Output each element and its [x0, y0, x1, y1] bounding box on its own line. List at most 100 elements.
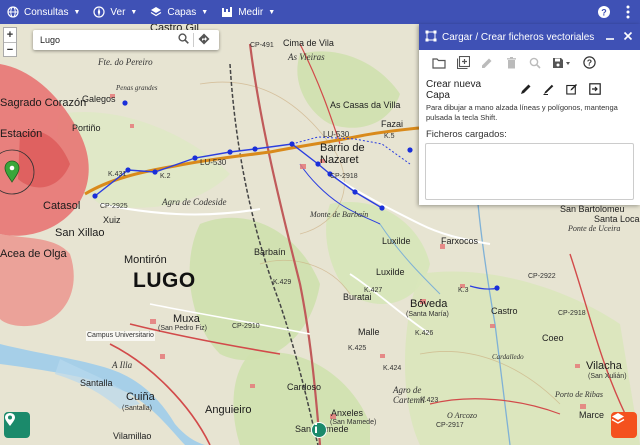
map-label-city: LUGO: [133, 269, 196, 292]
map-label: CP-2917: [436, 422, 464, 429]
layers-icon: [149, 5, 163, 19]
draw-line-button[interactable]: [537, 81, 560, 99]
info-button[interactable]: [311, 422, 327, 438]
map-label: CP-2918: [330, 173, 358, 180]
map-label: Santa Locaia: [594, 214, 640, 224]
loaded-files-list[interactable]: [425, 143, 634, 200]
map-label: Monte de Barbaín: [310, 210, 369, 219]
map-label: CP-2925: [100, 203, 128, 210]
compass-icon: [92, 5, 106, 19]
ruler-icon: [220, 5, 234, 19]
edit-note-icon: [565, 83, 578, 98]
map-label: K.3: [458, 287, 469, 294]
add-layer-icon: [456, 55, 470, 72]
line-icon: [543, 83, 555, 98]
open-folder-button[interactable]: [427, 52, 451, 76]
search-input[interactable]: [33, 31, 173, 49]
map-label: A Illa: [112, 360, 133, 370]
map-label: Vilacha: [586, 360, 622, 372]
pencil-icon: [520, 83, 532, 98]
caret-down-icon: ▼: [268, 8, 276, 16]
globe-icon: [6, 5, 20, 19]
save-button[interactable]: [547, 52, 577, 76]
map-label: Acea de Olga: [0, 248, 67, 260]
map-label: Cima de Vila: [283, 38, 334, 48]
menu-medir-label: Medir: [238, 6, 264, 18]
close-button[interactable]: [620, 29, 636, 45]
map-label: CP-2922: [528, 273, 556, 280]
edit-button[interactable]: [475, 52, 499, 76]
svg-text:?: ?: [586, 58, 591, 68]
map-label: Campus Universitario: [86, 331, 155, 341]
map-label: (Santa María): [406, 311, 449, 318]
delete-button[interactable]: [499, 52, 523, 76]
menu-capas[interactable]: Capas ▼: [143, 0, 214, 24]
loaded-files-label: Ficheros cargados:: [426, 129, 507, 140]
map-label: Anguieiro: [205, 404, 252, 416]
vector-files-panel: Cargar / Crear ficheros vectoriales ? Cr…: [419, 24, 640, 205]
search-layer-button[interactable]: [523, 52, 547, 76]
map-label: Fte. do Pereiro: [98, 57, 153, 67]
map-label: (Santalla): [122, 405, 152, 412]
help-button[interactable]: ?: [577, 52, 601, 76]
map-label: Fazai: [381, 119, 404, 129]
menu-ver-label: Ver: [110, 6, 126, 18]
map-label: CP-491: [250, 42, 274, 49]
map-label: K.2: [160, 173, 171, 180]
map-label: Malle: [358, 327, 380, 337]
menu-consultas-label: Consultas: [24, 6, 69, 18]
search-button[interactable]: [173, 30, 193, 50]
directions-button[interactable]: [194, 30, 214, 50]
map-label: Castro: [491, 306, 518, 316]
map-label: San Bartolomeu: [560, 204, 625, 214]
layers-button[interactable]: [611, 412, 637, 438]
export-layer-button[interactable]: [583, 81, 606, 99]
map-label: K.5: [384, 133, 395, 140]
map-label: As Vieiras: [288, 52, 325, 62]
map-label: (San Mamede): [330, 419, 377, 426]
map-label: Montirón: [124, 254, 167, 266]
directions-icon: [198, 33, 210, 48]
map-label: Portiño: [72, 123, 101, 133]
caret-down-icon: ▼: [73, 8, 81, 16]
delete-icon: [506, 56, 517, 72]
save-icon: [552, 57, 572, 72]
create-layer-label: Crear nueva Capa: [426, 79, 482, 101]
more-vert-icon[interactable]: [616, 0, 640, 24]
panel-toolbar: ?: [419, 50, 640, 78]
map-label: Ponte de Uceira: [568, 224, 621, 233]
zoom-in-button[interactable]: +: [4, 28, 16, 42]
add-layer-button[interactable]: [451, 52, 475, 76]
menu-ver[interactable]: Ver ▼: [86, 0, 143, 24]
map-label: Vilamillao: [113, 431, 152, 441]
map-label: Bóveda: [410, 298, 448, 310]
map-label: LU-530: [323, 130, 350, 139]
draw-hint-text: Para dibujar a mano alzada líneas y polí…: [426, 103, 618, 122]
map-label: Coeo: [542, 333, 564, 343]
svg-text:?: ?: [601, 8, 607, 18]
map-label: K.431: [108, 171, 127, 178]
vector-draw-icon: [425, 30, 437, 45]
map-label: Xuiz: [103, 215, 121, 225]
menu-capas-label: Capas: [167, 6, 197, 18]
draw-polygon-button[interactable]: [560, 81, 583, 99]
create-layer-row: Crear nueva Capa: [419, 79, 640, 101]
location-button[interactable]: [4, 412, 30, 438]
draw-freehand-button[interactable]: [514, 81, 537, 99]
map-label: Luxilde: [376, 267, 405, 277]
map-label: Barrio de Nazaret: [320, 142, 365, 166]
export-icon: [588, 82, 601, 98]
map-label: As Casas da Villa: [330, 100, 401, 110]
map-label: Galegos: [82, 94, 116, 104]
zoom-out-button[interactable]: −: [4, 42, 16, 56]
map-label: Agra de Codeside: [162, 197, 227, 207]
menu-medir[interactable]: Medir ▼: [214, 0, 281, 24]
map-label: Cardalledo: [492, 353, 524, 361]
minimize-button[interactable]: [602, 29, 618, 45]
menu-consultas[interactable]: Consultas ▼: [0, 0, 86, 24]
top-toolbar: Consultas ▼ Ver ▼ Capas ▼ Medir ▼ ?: [0, 0, 640, 24]
help-icon[interactable]: ?: [592, 0, 616, 24]
map-label: (San Xulián): [588, 373, 627, 380]
map-label: K.426: [415, 330, 434, 337]
folder-icon: [432, 57, 446, 72]
